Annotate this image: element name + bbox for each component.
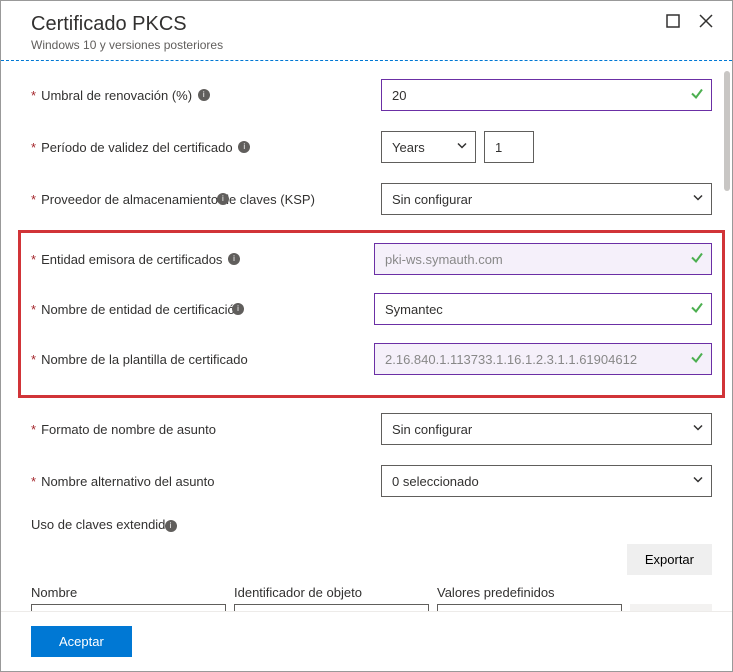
eku-table-row: Not configured Agregar xyxy=(31,604,712,611)
eku-table-header: Nombre Identificador de objeto Valores p… xyxy=(31,585,712,600)
dialog-footer: Aceptar xyxy=(1,611,732,671)
alt-subject-select[interactable]: 0 seleccionado xyxy=(381,465,712,497)
eku-name-input[interactable] xyxy=(31,604,226,611)
row-ca-name: *Nombre de entidad de certificacióni xyxy=(31,293,712,325)
eku-oid-input[interactable] xyxy=(234,604,429,611)
accept-button[interactable]: Aceptar xyxy=(31,626,132,657)
row-alt-subject: *Nombre alternativo del asunto 0 selecci… xyxy=(31,465,712,497)
check-icon xyxy=(690,87,704,104)
row-validity-period: *Período de validez del certificado i Ye… xyxy=(31,131,712,163)
row-cert-template: *Nombre de la plantilla de certificado xyxy=(31,343,712,375)
row-cert-issuer: *Entidad emisora de certificados i xyxy=(31,243,712,275)
info-icon[interactable]: i xyxy=(165,520,177,532)
label-ca-name: Nombre de entidad de certificación xyxy=(41,302,242,317)
label-issuer: Entidad emisora de certificados xyxy=(41,252,222,267)
cert-template-input[interactable] xyxy=(374,343,712,375)
eku-preset-select[interactable]: Not configured xyxy=(437,604,622,611)
label-subject-format: Formato de nombre de asunto xyxy=(41,422,216,437)
dialog-header: Certificado PKCS Windows 10 y versiones … xyxy=(1,1,732,61)
info-icon[interactable]: i xyxy=(238,141,250,153)
export-button[interactable]: Exportar xyxy=(627,544,712,575)
ksp-select[interactable]: Sin configurar xyxy=(381,183,712,215)
form-content: *Umbral de renovación (%) i *Período de … xyxy=(1,61,732,611)
col-header-name: Nombre xyxy=(31,585,226,600)
eku-section-label: Uso de claves extendidoi xyxy=(31,517,712,532)
check-icon xyxy=(690,251,704,268)
col-header-oid: Identificador de objeto xyxy=(234,585,429,600)
info-icon[interactable]: i xyxy=(232,303,244,315)
maximize-icon[interactable] xyxy=(666,14,680,31)
cert-issuer-input[interactable] xyxy=(374,243,712,275)
highlighted-section: *Entidad emisora de certificados i *Nomb… xyxy=(18,230,725,398)
label-alt-subject: Nombre alternativo del asunto xyxy=(41,474,214,489)
label-ksp: Proveedor de almacenamiento de claves (K… xyxy=(41,192,315,207)
label-template: Nombre de la plantilla de certificado xyxy=(41,352,248,367)
row-renewal-threshold: *Umbral de renovación (%) i xyxy=(31,79,712,111)
renewal-threshold-input[interactable] xyxy=(381,79,712,111)
col-header-preset: Valores predefinidos xyxy=(437,585,712,600)
label-validity: Período de validez del certificado xyxy=(41,140,233,155)
row-ksp: *Proveedor de almacenamiento de claves (… xyxy=(31,183,712,215)
info-icon[interactable]: i xyxy=(198,89,210,101)
add-button[interactable]: Agregar xyxy=(630,604,712,611)
label-renewal: Umbral de renovación (%) xyxy=(41,88,192,103)
validity-unit-select[interactable]: Years xyxy=(381,131,476,163)
validity-value-input[interactable] xyxy=(484,131,534,163)
check-icon xyxy=(690,351,704,368)
check-icon xyxy=(690,301,704,318)
info-icon[interactable]: i xyxy=(228,253,240,265)
dialog-title: Certificado PKCS xyxy=(31,13,712,36)
dialog-subtitle: Windows 10 y versiones posteriores xyxy=(31,38,712,52)
close-icon[interactable] xyxy=(698,13,714,32)
scrollbar-thumb[interactable] xyxy=(724,71,730,191)
subject-format-select[interactable]: Sin configurar xyxy=(381,413,712,445)
ca-name-input[interactable] xyxy=(374,293,712,325)
row-subject-format: *Formato de nombre de asunto Sin configu… xyxy=(31,413,712,445)
info-icon[interactable]: i xyxy=(217,193,229,205)
